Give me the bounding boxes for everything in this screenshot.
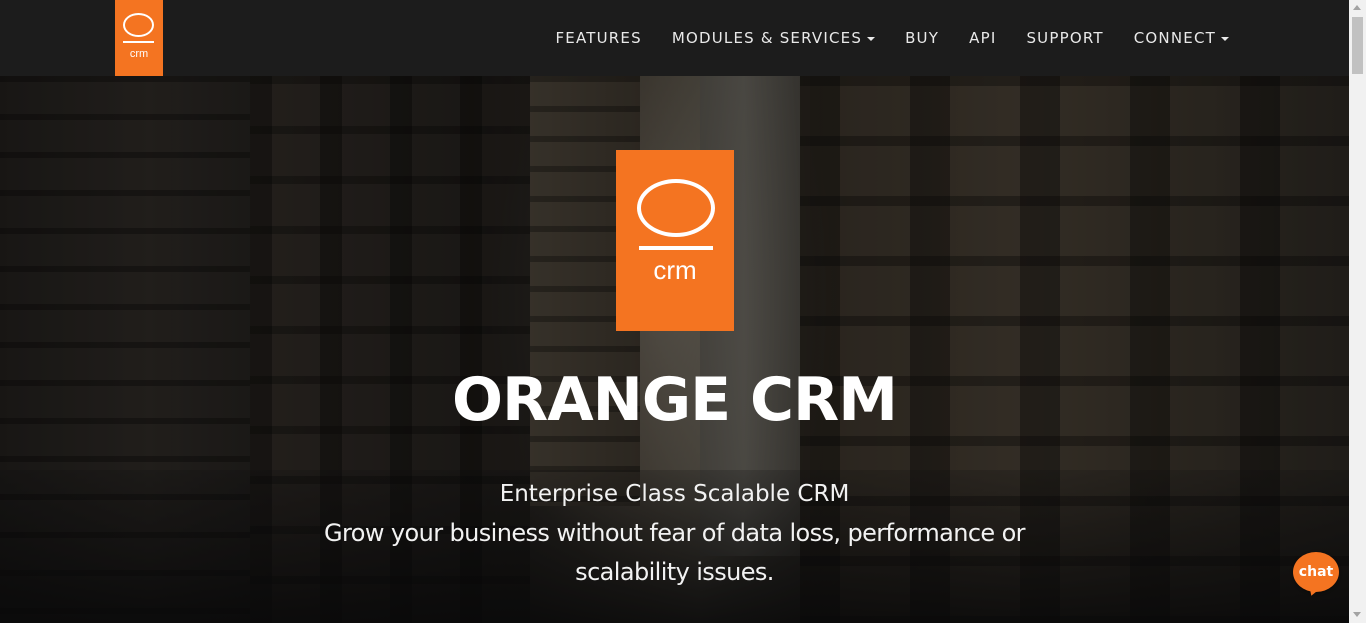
scrollbar-thumb[interactable] — [1352, 17, 1363, 74]
hero-subtitle-line2: Grow your business without fear of data … — [324, 519, 1026, 586]
nav-item-label: BUY — [905, 29, 940, 47]
logo-bar-icon — [639, 246, 713, 250]
brand-logo[interactable]: crm — [115, 0, 163, 76]
nav-item-label: API — [969, 29, 997, 47]
nav-item-api[interactable]: API — [969, 29, 996, 47]
nav-item-label: FEATURES — [555, 29, 642, 47]
scroll-up-arrow-icon[interactable] — [1353, 5, 1361, 10]
page-scrollbar[interactable] — [1349, 0, 1366, 623]
logo-bar-icon — [123, 41, 154, 43]
hero-logo-text: crm — [653, 255, 697, 285]
nav-item-support[interactable]: SUPPORT — [1026, 29, 1103, 47]
top-navbar: crm FEATURES MODULES & SERVICES BUY API … — [0, 0, 1349, 76]
nav-item-buy[interactable]: BUY — [905, 29, 939, 47]
scroll-down-arrow-icon[interactable] — [1353, 612, 1361, 617]
nav-item-label: SUPPORT — [1026, 29, 1104, 47]
brand-logo-text: crm — [129, 48, 149, 60]
hero-subtitle-line1: Enterprise Class Scalable CRM — [499, 481, 850, 507]
nav-menu: FEATURES MODULES & SERVICES BUY API SUPP… — [525, 0, 1229, 76]
nav-item-modules-services[interactable]: MODULES & SERVICES — [671, 29, 876, 47]
chat-button[interactable]: chat — [1293, 552, 1339, 598]
hero-subtitle: Enterprise Class Scalable CRM Grow your … — [300, 475, 1049, 592]
logo-ring-icon — [123, 13, 154, 37]
hero-logo: crm — [616, 150, 734, 331]
caret-down-icon — [867, 37, 876, 41]
page: crm FEATURES MODULES & SERVICES BUY API … — [0, 0, 1366, 623]
caret-down-icon — [1221, 37, 1229, 41]
logo-ring-icon — [637, 179, 715, 237]
chat-label: chat — [1298, 564, 1334, 580]
nav-item-connect[interactable]: CONNECT — [1134, 29, 1229, 47]
hero-title: ORANGE CRM — [452, 365, 898, 435]
nav-item-features[interactable]: FEATURES — [555, 29, 641, 47]
nav-item-label: MODULES & SERVICES — [671, 29, 863, 47]
nav-item-label: CONNECT — [1133, 29, 1216, 47]
